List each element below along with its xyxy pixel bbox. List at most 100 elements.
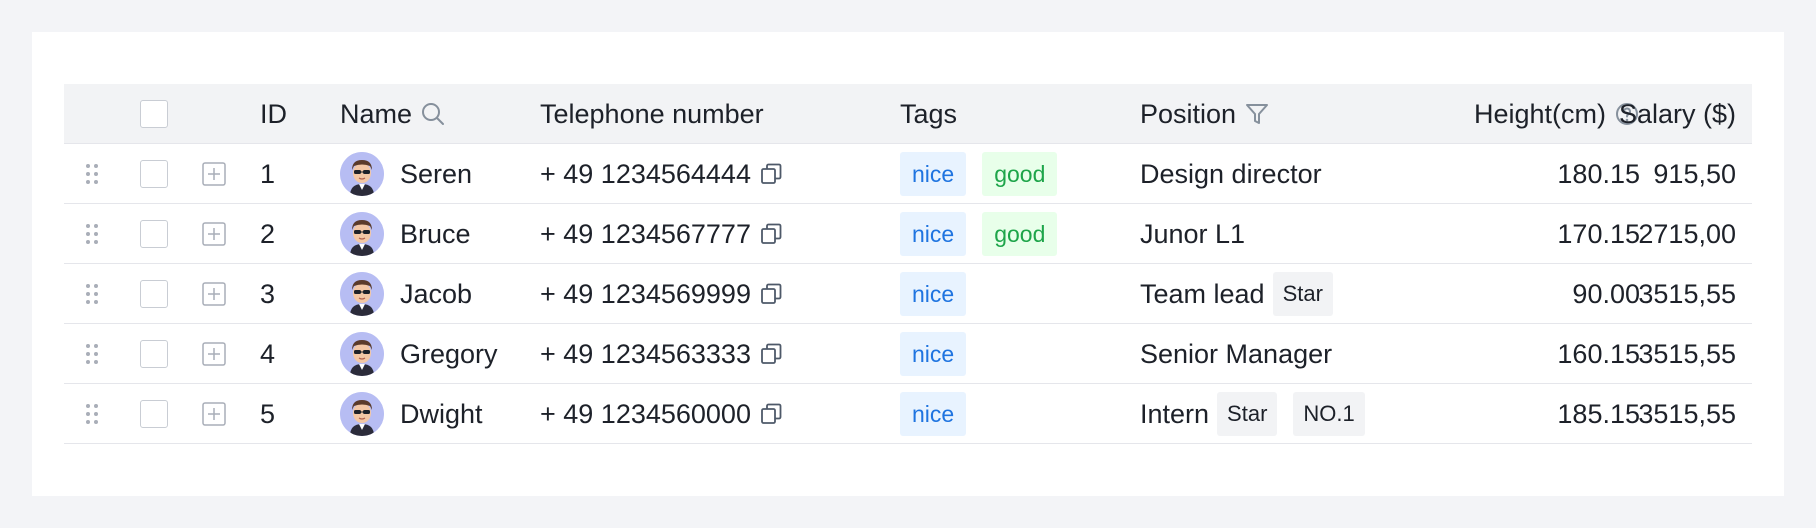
avatar: [340, 212, 384, 256]
telephone-value: + 49 1234567777: [540, 218, 751, 249]
cell-height: 180.15: [1390, 144, 1640, 204]
drag-handle-icon[interactable]: [82, 384, 102, 444]
cell-salary: 3515,55: [1630, 384, 1736, 444]
row-checkbox[interactable]: [140, 160, 168, 188]
position-value: Design director: [1140, 158, 1322, 189]
cell-tags: nice: [900, 384, 1120, 444]
header-position[interactable]: Position: [1140, 84, 1400, 144]
tag-nice: nice: [900, 152, 967, 196]
drag-handle-icon[interactable]: [82, 264, 102, 324]
row-select[interactable]: [140, 264, 168, 324]
table-header-row: ID Name Telephone number Tags Position H…: [64, 84, 1752, 144]
header-tags-label: Tags: [900, 98, 958, 129]
copy-icon[interactable]: [759, 162, 783, 186]
name-value: Dwight: [400, 398, 483, 429]
height-value: 170.15: [1557, 218, 1640, 249]
cell-telephone: + 49 1234564444: [540, 144, 880, 204]
id-value: 4: [260, 338, 276, 369]
row-select[interactable]: [140, 204, 168, 264]
header-select-all[interactable]: [140, 84, 168, 144]
header-telephone-label: Telephone number: [540, 98, 764, 129]
cell-telephone: + 49 1234569999: [540, 264, 880, 324]
header-telephone[interactable]: Telephone number: [540, 84, 880, 144]
id-value: 1: [260, 158, 276, 189]
drag-handle-icon[interactable]: [82, 204, 102, 264]
header-tags[interactable]: Tags: [900, 84, 1120, 144]
filter-icon[interactable]: [1244, 101, 1270, 127]
header-id-label: ID: [260, 98, 287, 129]
tag-good: good: [982, 152, 1058, 196]
cell-salary: 3515,55: [1630, 324, 1736, 384]
row-checkbox[interactable]: [140, 280, 168, 308]
drag-handle-icon[interactable]: [82, 324, 102, 384]
cell-telephone: + 49 1234567777: [540, 204, 880, 264]
row-checkbox[interactable]: [140, 400, 168, 428]
name-value: Jacob: [400, 278, 473, 309]
copy-icon[interactable]: [759, 342, 783, 366]
tag-nice: nice: [900, 212, 967, 256]
cell-name: Bruce: [340, 204, 540, 264]
expand-plus-icon[interactable]: [202, 144, 226, 204]
tag-nice: nice: [900, 332, 967, 376]
height-value: 160.15: [1557, 338, 1640, 369]
cell-salary: 2715,00: [1630, 204, 1736, 264]
salary-value: 3515,55: [1638, 398, 1736, 429]
row-checkbox[interactable]: [140, 220, 168, 248]
row-checkbox[interactable]: [140, 340, 168, 368]
table-row[interactable]: 2 Bruce + 49 1234567777 nice good Junor …: [64, 204, 1752, 264]
table-card: ID Name Telephone number Tags Position H…: [32, 32, 1784, 496]
cell-position: Design director: [1140, 144, 1400, 204]
select-all-checkbox[interactable]: [140, 100, 168, 128]
salary-value: 915,50: [1653, 158, 1736, 189]
avatar: [340, 152, 384, 196]
drag-handle-icon[interactable]: [82, 144, 102, 204]
table-row[interactable]: 4 Gregory + 49 1234563333 nice Senior Ma…: [64, 324, 1752, 384]
name-value: Seren: [400, 158, 473, 189]
expand-plus-icon[interactable]: [202, 204, 226, 264]
data-table: ID Name Telephone number Tags Position H…: [64, 84, 1752, 444]
cell-tags: nice: [900, 264, 1120, 324]
row-select[interactable]: [140, 384, 168, 444]
table-row[interactable]: 3 Jacob + 49 1234569999 nice Team lead S…: [64, 264, 1752, 324]
cell-position: Junor L1: [1140, 204, 1400, 264]
tag-nice: nice: [900, 272, 967, 316]
search-icon[interactable]: [420, 101, 446, 127]
header-name-label: Name: [340, 98, 413, 129]
cell-name: Jacob: [340, 264, 540, 324]
copy-icon[interactable]: [759, 222, 783, 246]
height-value: 180.15: [1557, 158, 1640, 189]
tag-good: good: [982, 212, 1058, 256]
name-value: Gregory: [400, 338, 498, 369]
cell-height: 185.15: [1390, 384, 1640, 444]
cell-salary: 915,50: [1630, 144, 1736, 204]
header-height[interactable]: Height(cm): [1390, 84, 1640, 144]
position-tag: NO.1: [1293, 392, 1365, 436]
cell-tags: nice: [900, 324, 1120, 384]
header-id[interactable]: ID: [260, 84, 320, 144]
copy-icon[interactable]: [759, 402, 783, 426]
height-value: 185.15: [1557, 398, 1640, 429]
header-name[interactable]: Name: [340, 84, 540, 144]
copy-icon[interactable]: [759, 282, 783, 306]
position-value: Junor L1: [1140, 218, 1246, 249]
name-value: Bruce: [400, 218, 471, 249]
cell-name: Dwight: [340, 384, 540, 444]
avatar: [340, 392, 384, 436]
position-tag: Star: [1272, 272, 1333, 316]
cell-id: 1: [260, 144, 320, 204]
header-position-label: Position: [1140, 98, 1237, 129]
cell-id: 5: [260, 384, 320, 444]
table-row[interactable]: 1 Seren + 49 1234564444 nice good Design…: [64, 144, 1752, 204]
expand-plus-icon[interactable]: [202, 324, 226, 384]
header-salary[interactable]: Salary ($): [1619, 84, 1736, 144]
table-row[interactable]: 5 Dwight + 49 1234560000 nice Intern Sta…: [64, 384, 1752, 444]
expand-plus-icon[interactable]: [202, 384, 226, 444]
cell-height: 160.15: [1390, 324, 1640, 384]
row-select[interactable]: [140, 144, 168, 204]
tag-nice: nice: [900, 392, 967, 436]
cell-id: 4: [260, 324, 320, 384]
row-select[interactable]: [140, 324, 168, 384]
expand-plus-icon[interactable]: [202, 264, 226, 324]
position-value: Intern: [1140, 398, 1210, 429]
cell-position: Intern Star NO.1: [1140, 384, 1400, 444]
